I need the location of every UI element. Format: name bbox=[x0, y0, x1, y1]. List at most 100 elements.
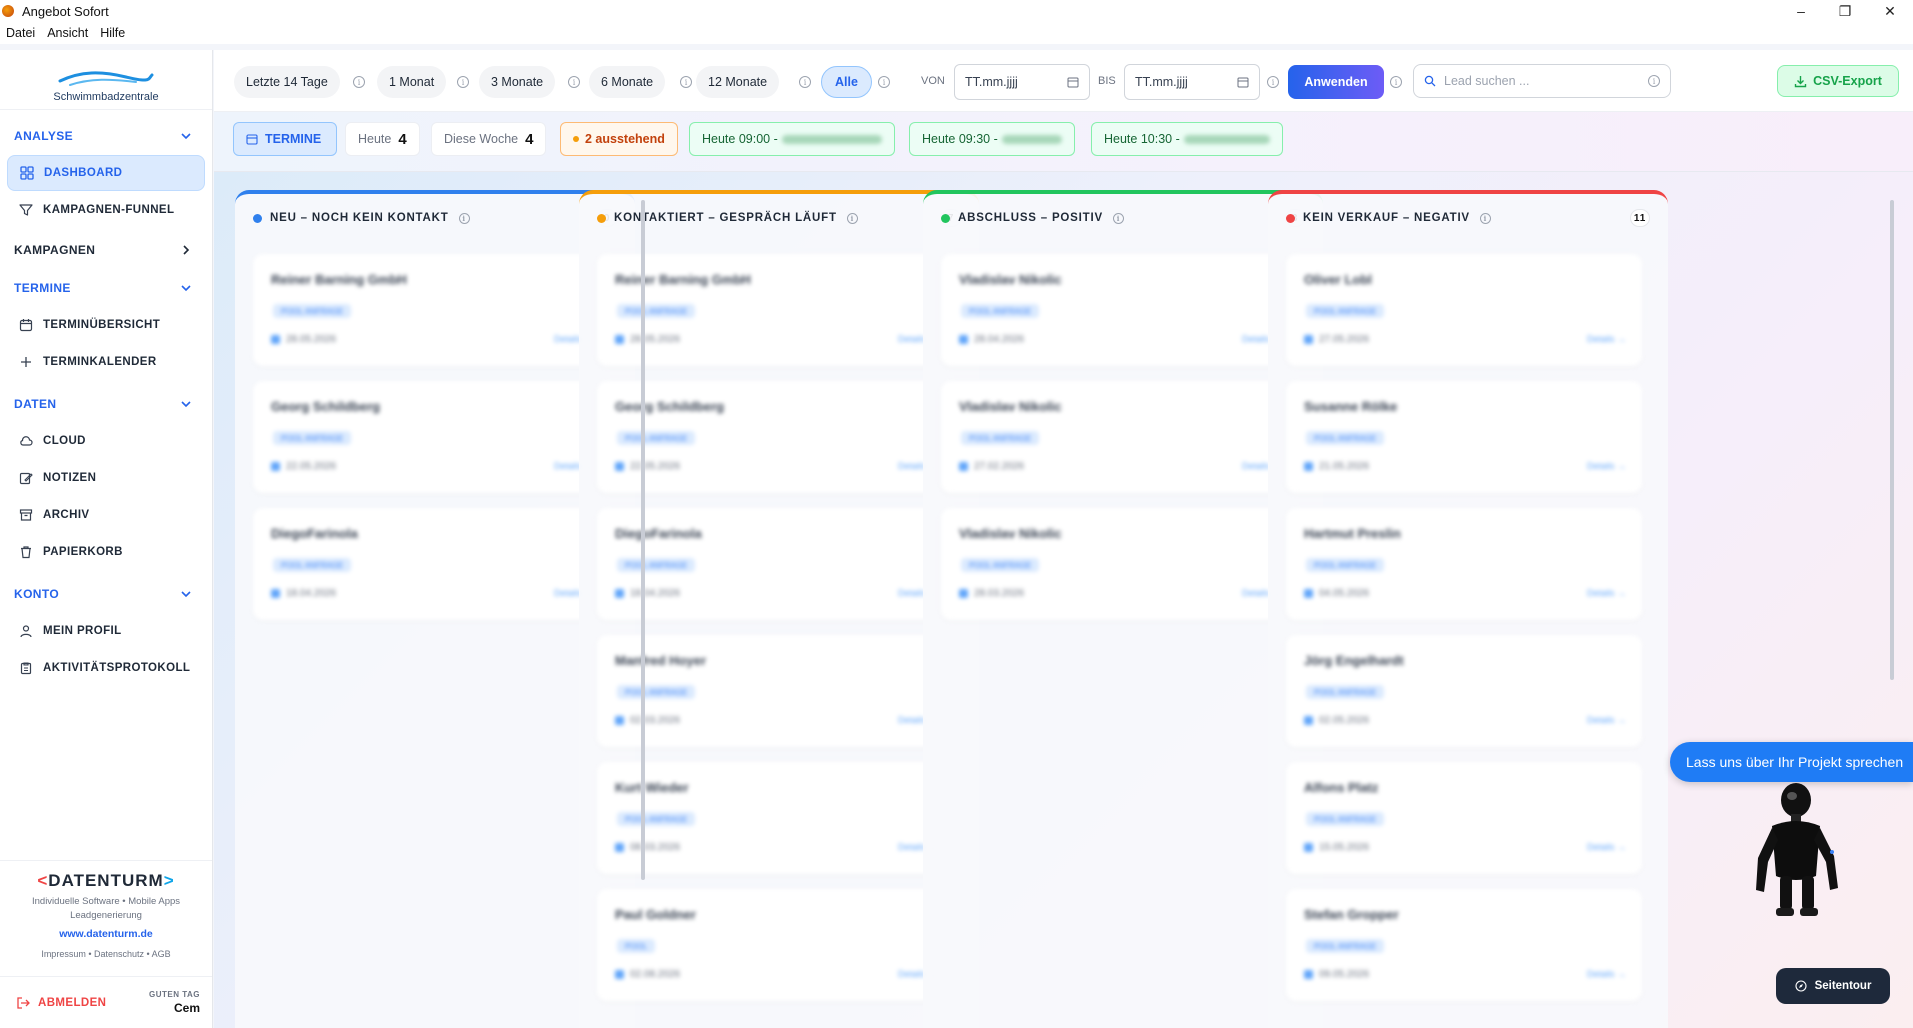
column-scrollbar[interactable] bbox=[1890, 200, 1894, 680]
sidebar-item-papierkorb[interactable]: PAPIERKORB bbox=[7, 534, 205, 570]
lead-search-field[interactable]: i bbox=[1413, 64, 1671, 98]
logout-button[interactable]: ABMELDEN bbox=[16, 996, 106, 1010]
info-icon[interactable]: i bbox=[1479, 212, 1491, 224]
lead-card[interactable]: Georg Schildberg POOL ANFRAGE 22.05.2026 De… bbox=[253, 381, 609, 493]
lead-card[interactable]: Georg Schildberg POOL ANFRAGE 22.05.2026 De… bbox=[597, 381, 953, 493]
logo[interactable]: Schwimmbadzentrale bbox=[0, 50, 212, 110]
lead-card[interactable]: DiegoFarinola POOL ANFRAGE 18.04.2026 Detai… bbox=[597, 508, 953, 620]
sidebar-item-archiv[interactable]: ARCHIV bbox=[7, 497, 205, 533]
minimize-button[interactable]: – bbox=[1778, 0, 1824, 22]
lead-tag: POOL ANFRAGE bbox=[273, 304, 352, 318]
lead-card[interactable]: Alfons Platz POOL ANFRAGE 15.05.2026 Detail… bbox=[1286, 762, 1642, 874]
info-icon[interactable]: i bbox=[458, 212, 470, 224]
lead-card[interactable]: Vladislav Nikolic POOL ANFRAGE 28.04.2026 D… bbox=[941, 254, 1297, 366]
legal-links[interactable]: Impressum • Datenschutz • AGB bbox=[0, 949, 212, 959]
lead-date: 28.04.2026 bbox=[959, 334, 1024, 345]
calendar-icon bbox=[19, 319, 33, 332]
lead-card[interactable]: Vladislav Nikolic POOL ANFRAGE 28.03.2026 D… bbox=[941, 508, 1297, 620]
menu-ansicht[interactable]: Ansicht bbox=[41, 26, 94, 40]
range-14-days-button[interactable]: Letzte 14 Tage bbox=[234, 66, 340, 98]
termine-button[interactable]: TERMINE bbox=[233, 122, 337, 156]
lead-tag: POOL ANFRAGE bbox=[617, 304, 696, 318]
info-icon[interactable]: i bbox=[799, 76, 811, 88]
lead-name: Georg Schildberg bbox=[271, 399, 381, 414]
appointment-chip[interactable]: Heute 09:00 - bbox=[689, 122, 895, 156]
info-icon[interactable]: i bbox=[457, 76, 469, 88]
sidebar-item-protokoll[interactable]: AKTIVITÄTSPROTOKOLL bbox=[7, 650, 205, 686]
appointment-chip[interactable]: Heute 10:30 - bbox=[1091, 122, 1283, 156]
lead-card[interactable]: Manfred Hoyer POOL ANFRAGE 02.03.2026 Detai… bbox=[597, 635, 953, 747]
sidebar-item-cloud[interactable]: CLOUD bbox=[7, 423, 205, 459]
range-12-months-button[interactable]: 12 Monate bbox=[696, 66, 780, 98]
info-icon[interactable]: i bbox=[353, 76, 365, 88]
lead-name: Vladislav Nikolic bbox=[959, 272, 1062, 287]
info-icon[interactable]: i bbox=[1267, 76, 1279, 88]
lead-card[interactable]: Oliver Lobl POOL ANFRAGE 27.05.2026 Details… bbox=[1286, 254, 1642, 366]
apply-button[interactable]: Anwenden bbox=[1288, 65, 1384, 99]
details-link[interactable]: Details → bbox=[1587, 588, 1626, 598]
details-link[interactable]: Details → bbox=[1587, 461, 1626, 471]
lead-card[interactable]: Reiner Barning GmbH POOL ANFRAGE 28.05.202… bbox=[597, 254, 953, 366]
close-button[interactable]: ✕ bbox=[1867, 0, 1913, 22]
details-link[interactable]: Details → bbox=[1587, 842, 1626, 852]
range-6-months-button[interactable]: 6 Monate bbox=[589, 66, 666, 98]
week-count-chip[interactable]: Diese Woche 4 bbox=[431, 122, 547, 156]
lead-date: 22.05.2026 bbox=[615, 461, 680, 472]
menu-datei[interactable]: Datei bbox=[0, 26, 41, 40]
sidebar-item-funnel[interactable]: KAMPAGNEN-FUNNEL bbox=[7, 192, 205, 228]
from-date-field[interactable]: TT.mm.jjjj bbox=[954, 64, 1090, 100]
lead-card[interactable]: Hartmut Preslin POOL ANFRAGE 04.05.2026 Det… bbox=[1286, 508, 1642, 620]
lead-card[interactable]: Susanne Rölke POOL ANFRAGE 21.05.2026 Detai… bbox=[1286, 381, 1642, 493]
csv-export-button[interactable]: CSV-Export bbox=[1777, 65, 1899, 97]
range-all-button[interactable]: Alle bbox=[821, 66, 872, 98]
sidebar-item-terminkalender[interactable]: TERMINKALENDER bbox=[7, 344, 205, 380]
sidebar-item-terminuebersicht[interactable]: TERMINÜBERSICHT bbox=[7, 307, 205, 343]
details-link[interactable]: Details → bbox=[1587, 334, 1626, 344]
column-scrollbar[interactable] bbox=[641, 200, 645, 880]
sidebar-item-label: PAPIERKORB bbox=[43, 546, 123, 558]
sidebar-item-profil[interactable]: MEIN PROFIL bbox=[7, 613, 205, 649]
section-kampagnen[interactable]: KAMPAGNEN bbox=[0, 232, 212, 268]
sidebar-item-label: TERMINKALENDER bbox=[43, 356, 157, 368]
menu-hilfe[interactable]: Hilfe bbox=[94, 26, 131, 40]
lead-card[interactable]: Paul Goldner POOL 02.08.2026 Details → bbox=[597, 889, 953, 1001]
to-date-field[interactable]: TT.mm.jjjj bbox=[1124, 64, 1260, 100]
lead-card[interactable]: Reiner Barning GmbH POOL ANFRAGE 28.05.202… bbox=[253, 254, 609, 366]
section-termine[interactable]: TERMINE bbox=[0, 270, 212, 306]
section-daten[interactable]: DATEN bbox=[0, 386, 212, 422]
lead-card[interactable]: Vladislav Nikolic POOL ANFRAGE 27.02.2026 D… bbox=[941, 381, 1297, 493]
robot-assistant-icon[interactable] bbox=[1740, 780, 1860, 930]
details-link[interactable]: Details → bbox=[1587, 969, 1626, 979]
details-link[interactable]: Details → bbox=[1587, 715, 1626, 725]
lead-card[interactable]: Kurt Wieder POOL ANFRAGE 08.03.2026 Details… bbox=[597, 762, 953, 874]
vendor-url-link[interactable]: www.datenturm.de bbox=[0, 928, 212, 940]
info-icon[interactable]: i bbox=[680, 76, 692, 88]
info-icon[interactable]: i bbox=[1390, 76, 1402, 88]
sidebar-item-notizen[interactable]: NOTIZEN bbox=[7, 460, 205, 496]
pending-chip[interactable]: 2 ausstehend bbox=[560, 122, 678, 156]
range-1-month-button[interactable]: 1 Monat bbox=[377, 66, 447, 98]
lead-card[interactable]: Jörg Engelhardt POOL ANFRAGE 02.05.2026 Det… bbox=[1286, 635, 1642, 747]
lead-search-input[interactable] bbox=[1444, 74, 1642, 88]
sidebar-item-dashboard[interactable]: DASHBOARD bbox=[7, 155, 205, 191]
maximize-button[interactable]: ❐ bbox=[1822, 0, 1868, 22]
info-icon[interactable]: i bbox=[846, 212, 858, 224]
page-tour-button[interactable]: Seitentour bbox=[1776, 968, 1890, 1004]
today-count-chip[interactable]: Heute 4 bbox=[345, 122, 420, 156]
info-icon[interactable]: i bbox=[1648, 75, 1660, 87]
archive-icon bbox=[19, 509, 33, 521]
info-icon[interactable]: i bbox=[568, 76, 580, 88]
section-termine-label: TERMINE bbox=[14, 281, 71, 295]
lead-card[interactable]: DiegoFarinola POOL ANFRAGE 18.04.2026 Detai… bbox=[253, 508, 609, 620]
info-icon[interactable]: i bbox=[1112, 212, 1124, 224]
calendar-icon bbox=[1304, 716, 1313, 725]
appointment-chip[interactable]: Heute 09:30 - bbox=[909, 122, 1075, 156]
section-analyse[interactable]: ANALYSE bbox=[0, 118, 212, 154]
calendar-icon bbox=[959, 335, 968, 344]
lead-card[interactable]: Stefan Gropper POOL ANFRAGE 09.05.2026 Deta… bbox=[1286, 889, 1642, 1001]
range-3-months-button[interactable]: 3 Monate bbox=[479, 66, 556, 98]
section-konto[interactable]: KONTO bbox=[0, 576, 212, 612]
chat-bubble[interactable]: Lass uns über Ihr Projekt sprechen bbox=[1670, 742, 1913, 782]
lead-name: DiegoFarinola bbox=[271, 526, 358, 541]
info-icon[interactable]: i bbox=[878, 76, 890, 88]
